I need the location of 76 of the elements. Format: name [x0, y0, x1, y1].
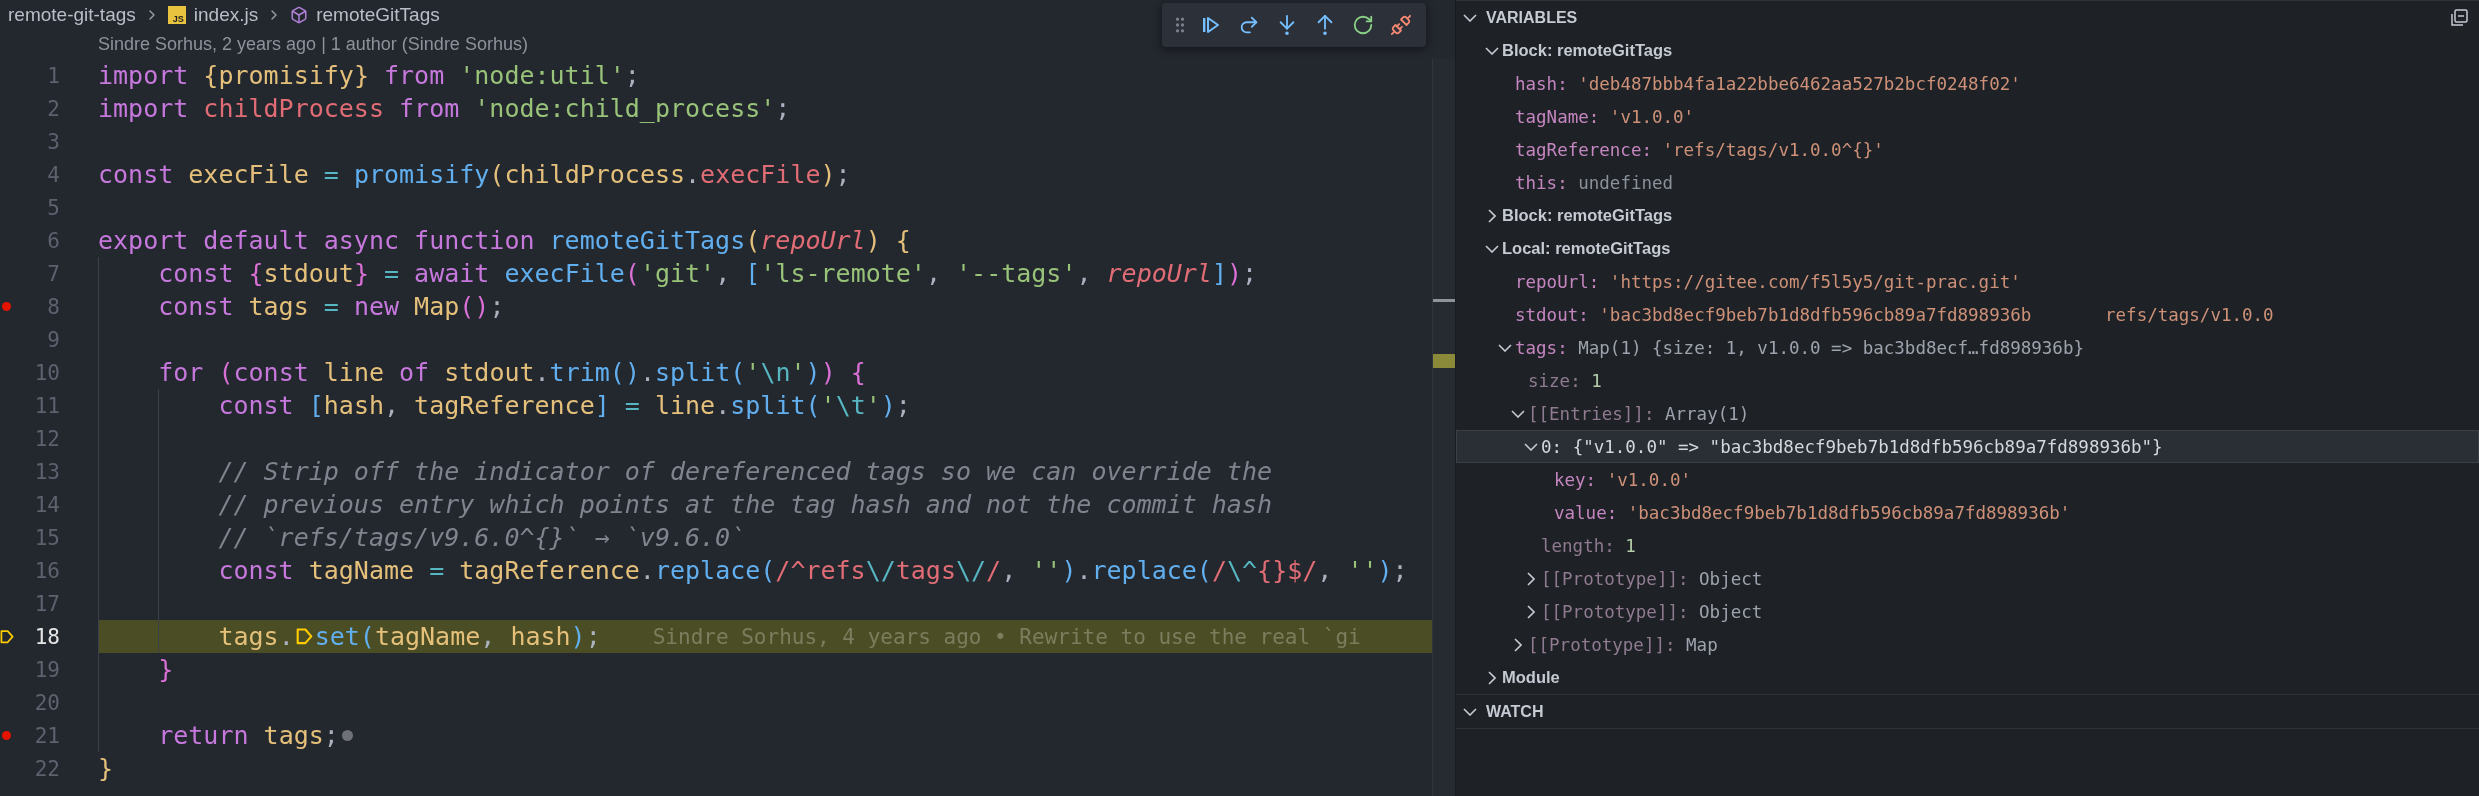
code-line: }	[157, 655, 174, 684]
scope-item[interactable]: Block: remoteGitTags	[1456, 199, 2479, 232]
variable-item[interactable]: [[Entries]]: Array(1)	[1456, 397, 2479, 430]
breadcrumb-item[interactable]: remote-git-tags	[8, 4, 136, 26]
line-number: 14	[33, 492, 60, 517]
variable-item[interactable]: [[Prototype]]: Object	[1456, 562, 2479, 595]
breakpoint-dot-icon[interactable]	[341, 730, 353, 741]
line-number: 7	[46, 261, 60, 286]
variable-item[interactable]: 0: {"v1.0.0" => "bac3bd8ecf9beb7b1d8dfb596cb89a7fd898936b"}	[1456, 430, 2479, 463]
line-number: 1	[46, 63, 60, 88]
code-line: return tags;	[98, 721, 353, 750]
scope-item[interactable]: Local: remoteGitTags	[1456, 232, 2479, 265]
line-number: 2	[46, 96, 60, 121]
line-number: 18	[33, 624, 60, 649]
scope-item[interactable]: Module	[1456, 661, 2479, 694]
code-line: import {promisify} from 'node:util';	[98, 61, 640, 90]
variable-item[interactable]: tags: Map(1) {size: 1, v1.0.0 => bac3bd8ecf…fd898936b}	[1456, 331, 2479, 364]
line-number: 8	[46, 294, 60, 319]
line-number: 19	[33, 657, 60, 682]
code-line: tags. set(tagName, hash);	[217, 622, 601, 651]
line-number: 17	[33, 591, 60, 616]
code-line: const [hash, tagReference] = line.split('\t');	[217, 391, 911, 420]
line-number: 12	[33, 426, 60, 451]
current-line-arrow-icon	[0, 628, 14, 645]
variable-item[interactable]: size: 1	[1456, 364, 2479, 397]
inline-blame: Sindre Sorhus, 4 years ago • Rewrite to use the real `gi	[652, 624, 1361, 649]
js-file-icon: JS	[167, 6, 186, 24]
breakpoint-icon[interactable]	[2, 302, 11, 311]
line-number: 6	[46, 228, 60, 253]
code-line: // `refs/tags/v9.6.0^{}` → `v9.6.0`	[217, 523, 746, 552]
variable-item[interactable]: [[Prototype]]: Map	[1456, 628, 2479, 661]
restart-icon	[1352, 14, 1374, 36]
variable-item[interactable]: repoUrl: 'https://gitee.com/f5l5y5/git-prac.git'	[1456, 265, 2479, 298]
code-line: for (const line of stdout.trim().split('\n')) {	[157, 358, 866, 387]
line-number: 11	[33, 393, 60, 418]
code-line: const execFile = promisify(childProcess.execFile);	[98, 160, 851, 189]
code-line: const tags = new Map();	[157, 292, 505, 321]
variable-item[interactable]: tagName: 'v1.0.0'	[1456, 100, 2479, 133]
variable-item[interactable]: tagReference: 'refs/tags/v1.0.0^{}'	[1456, 133, 2479, 166]
disconnect-icon	[1390, 14, 1412, 36]
cube-icon	[290, 6, 309, 24]
step-over-icon	[1238, 14, 1260, 36]
breadcrumb-item[interactable]: JS index.js	[167, 4, 259, 26]
scope-item[interactable]: Block: remoteGitTags	[1456, 34, 2479, 67]
variable-item[interactable]: [[Prototype]]: Object	[1456, 595, 2479, 628]
line-number: 13	[33, 459, 60, 484]
codelens-text[interactable]: Sindre Sorhus, 2 years ago | 1 author (Sindre Sorhus)	[98, 34, 528, 55]
stack-frame-marker-icon	[295, 627, 313, 646]
variable-item[interactable]: length: 1	[1456, 529, 2479, 562]
variable-item[interactable]: hash: 'deb487bbb4fa1a22bbe6462aa527b2bcf0248f02'	[1456, 67, 2479, 100]
continue-icon	[1201, 15, 1221, 35]
line-number: 10	[33, 360, 60, 385]
line-number: 21	[33, 723, 60, 748]
breadcrumb-item[interactable]: remoteGitTags	[290, 4, 440, 26]
code-line: export default async function remoteGitTags(repoUrl) {	[98, 226, 911, 255]
line-number: 22	[33, 756, 60, 781]
variable-item[interactable]: stdout: 'bac3bd8ecf9beb7b1d8dfb596cb89a7fd898936b refs/tags/v1.0.0	[1456, 298, 2479, 331]
code-line: import childProcess from 'node:child_process';	[98, 94, 791, 123]
line-number: 4	[46, 162, 60, 187]
line-number: 15	[33, 525, 60, 550]
line-number: 3	[46, 129, 60, 154]
code-line: // Strip off the indicator of dereferenced tags so we can override the	[217, 457, 1272, 486]
scrollbar[interactable]	[1432, 59, 1455, 796]
line-number: 9	[46, 327, 60, 352]
code-line: }	[98, 754, 114, 783]
variable-item[interactable]: value: 'bac3bd8ecf9beb7b1d8dfb596cb89a7fd898936b'	[1456, 496, 2479, 529]
line-number: 20	[33, 690, 60, 715]
code-line: // previous entry which points at the tag hash and not the commit hash	[217, 490, 1272, 519]
line-number: 5	[46, 195, 60, 220]
variable-item[interactable]: this: undefined	[1456, 166, 2479, 199]
code-line: const tagName = tagReference.replace(/^refs\/tags\//, '').replace(/\^{}$/, '');	[217, 556, 1408, 585]
line-number: 16	[33, 558, 60, 583]
variable-item[interactable]: key: 'v1.0.0'	[1456, 463, 2479, 496]
collapse-all-icon[interactable]	[2449, 7, 2469, 28]
breakpoint-icon[interactable]	[2, 731, 11, 740]
code-line: const {stdout} = await execFile('git', ['ls-remote', '--tags', repoUrl]);	[157, 259, 1258, 288]
